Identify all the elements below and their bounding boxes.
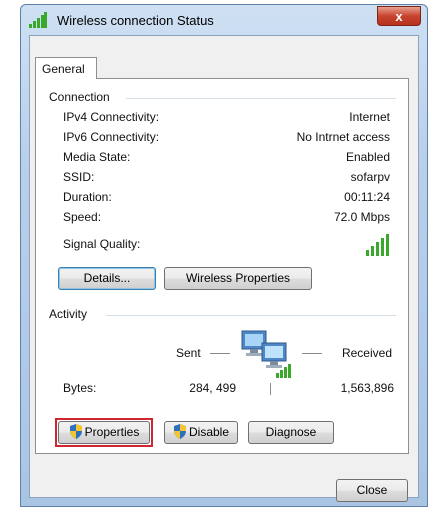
details-button[interactable]: Details... [58, 267, 156, 290]
duration-row: Duration: 00:11:24 [63, 190, 390, 206]
speed-label: Speed: [63, 210, 102, 224]
signal-quality-label: Signal Quality: [63, 237, 141, 251]
tab-general[interactable]: General [35, 57, 97, 79]
ipv4-value: Internet [349, 110, 390, 124]
sent-dash [210, 353, 230, 354]
general-panel: Connection IPv4 Connectivity: Internet I… [35, 78, 409, 454]
duration-value: 00:11:24 [344, 190, 390, 204]
media-state-value: Enabled [345, 150, 390, 164]
close-icon: x [395, 8, 403, 24]
connection-section-label: Connection [49, 90, 114, 104]
status-window: Wireless connection Status x General Con… [20, 4, 428, 507]
ipv4-row: IPv4 Connectivity: Internet [63, 110, 390, 126]
ipv6-row: IPv6 Connectivity: No Intrnet access [63, 130, 390, 146]
network-computers-icon [236, 329, 298, 382]
media-state-row: Media State: Enabled [63, 150, 390, 166]
properties-highlight-box [55, 418, 153, 447]
sent-label: Sent [176, 346, 201, 360]
speed-row: Speed: 72.0 Mbps [63, 210, 390, 226]
ssid-label: SSID: [63, 170, 95, 184]
ssid-row: SSID: sofarpv [63, 170, 390, 186]
connection-divider [126, 98, 396, 99]
signal-bars-icon [366, 234, 390, 259]
wireless-properties-button[interactable]: Wireless Properties [164, 267, 312, 290]
bytes-received-value: 1,563,896 [340, 381, 394, 395]
ipv4-label: IPv4 Connectivity: [63, 110, 160, 124]
bytes-sent-value: 284, 499 [189, 381, 236, 395]
activity-divider-tick [270, 383, 271, 395]
close-window-button[interactable]: x [377, 6, 421, 26]
ipv6-value: No Intrnet access [296, 130, 390, 144]
received-dash [302, 353, 322, 354]
speed-value: 72.0 Mbps [333, 210, 390, 224]
wireless-signal-icon [29, 12, 47, 28]
title-bar[interactable]: Wireless connection Status x [21, 5, 427, 35]
ssid-value: sofarpv [350, 170, 390, 184]
media-state-label: Media State: [63, 150, 131, 164]
tab-general-label: General [42, 62, 85, 76]
close-button[interactable]: Close [336, 479, 408, 502]
bytes-label: Bytes: [63, 381, 97, 395]
received-label: Received [341, 346, 392, 360]
ipv6-label: IPv6 Connectivity: [63, 130, 160, 144]
uac-shield-icon [173, 424, 187, 439]
dialog-body: General Connection IPv4 Connectivity: In… [29, 35, 419, 502]
disable-button[interactable]: Disable [164, 421, 238, 444]
disable-button-label: Disable [188, 425, 230, 439]
signal-quality-row: Signal Quality: [63, 234, 390, 256]
window-title: Wireless connection Status [57, 13, 214, 28]
duration-label: Duration: [63, 190, 112, 204]
diagnose-button[interactable]: Diagnose [248, 421, 334, 444]
activity-divider [106, 315, 396, 316]
activity-section-label: Activity [49, 307, 92, 321]
